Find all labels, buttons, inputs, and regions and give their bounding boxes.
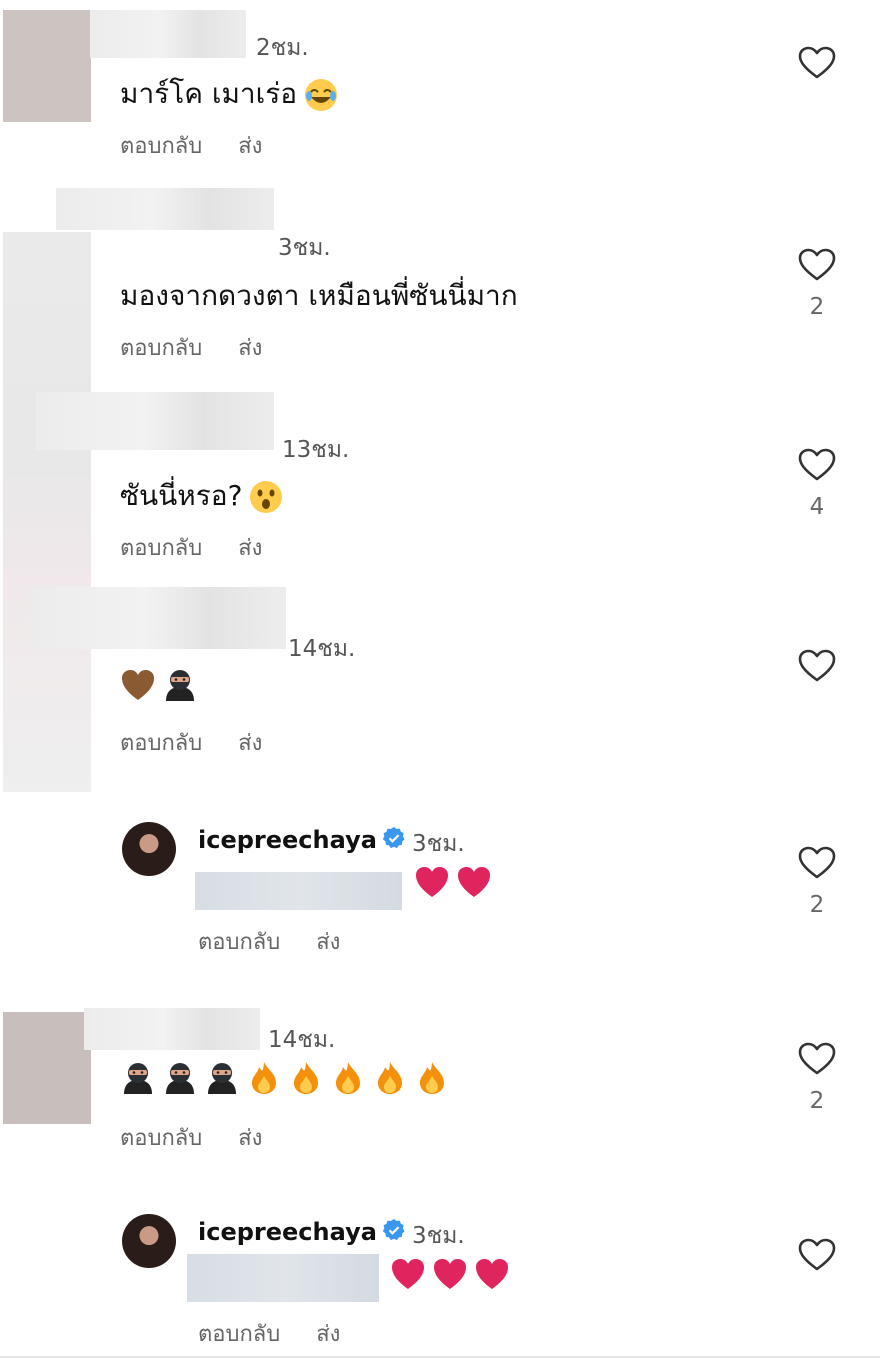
blurred-username [84, 1008, 260, 1050]
like-count: 2 [809, 294, 825, 320]
heart-outline-icon[interactable] [798, 649, 836, 683]
reply-item: icepreechaya 3ชม. ตอบกลับ ส่ง 2 [0, 800, 880, 1000]
comment-time: 14ชม. [288, 636, 356, 662]
comment-actions: ตอบกลับ ส่ง [120, 128, 298, 163]
avatar[interactable] [3, 10, 91, 122]
comment-text-content: ซันนี่หรอ? [120, 479, 243, 512]
comment-item: 14ชม. ตอบกลับ ส่ง 2 [0, 1000, 880, 1190]
reply-button[interactable]: ตอบกลับ [198, 1322, 280, 1347]
avatar[interactable] [122, 1214, 176, 1268]
blurred-username [30, 587, 286, 649]
blurred-mention [187, 1254, 379, 1302]
comment-actions: ตอบกลับ ส่ง [120, 530, 298, 565]
brown-heart-emoji-icon [122, 670, 154, 700]
comment-item: 2ชม. มาร์โค เมาเร่อ ตอบกลับ ส่ง [0, 0, 880, 190]
avatar[interactable] [3, 1012, 91, 1124]
reply-button[interactable]: ตอบกลับ [120, 336, 202, 361]
send-button[interactable]: ส่ง [238, 536, 262, 561]
comment-text: มองจากดวงตา เหมือนพี่ซันนี่มาก [120, 279, 518, 312]
heart-outline-icon[interactable] [798, 846, 836, 880]
comment-text-content: มาร์โค เมาเร่อ [120, 77, 298, 110]
comment-time: 3ชม. [412, 1223, 465, 1249]
blurred-username [36, 392, 274, 450]
send-button[interactable]: ส่ง [238, 731, 262, 756]
comment-actions: ตอบกลับ ส่ง [198, 924, 376, 959]
comment-time: 3ชม. [412, 831, 465, 857]
comment-item: 3ชม. มองจากดวงตา เหมือนพี่ซันนี่มาก ตอบก… [0, 188, 880, 390]
heart-outline-icon[interactable] [798, 448, 836, 482]
comment-time: 14ชม. [268, 1027, 336, 1053]
surprised-emoji-icon [250, 481, 283, 513]
heart-outline-icon[interactable] [798, 1042, 836, 1076]
verified-badge-icon [382, 827, 405, 849]
blurred-mention [195, 872, 402, 910]
bottom-divider [0, 1356, 880, 1358]
ninja-emoji-icon [166, 670, 194, 701]
comment-time: 13ชม. [282, 437, 350, 463]
fire-emoji-icon [378, 1062, 402, 1094]
heart-outline-icon[interactable] [798, 46, 836, 80]
comment-actions: ตอบกลับ ส่ง [120, 1120, 298, 1155]
comment-text [384, 1256, 510, 1292]
reply-button[interactable]: ตอบกลับ [198, 930, 280, 955]
reply-button[interactable]: ตอบกลับ [120, 1126, 202, 1151]
send-button[interactable]: ส่ง [238, 134, 262, 159]
blurred-username [90, 10, 246, 58]
fire-emoji-icon [252, 1062, 276, 1094]
comment-time: 2ชม. [256, 35, 309, 61]
comment-actions: ตอบกลับ ส่ง [120, 330, 298, 365]
comment-actions: ตอบกลับ ส่ง [198, 1316, 376, 1351]
ninja-emoji-icon [124, 1063, 152, 1094]
username[interactable]: icepreechaya [198, 826, 377, 854]
fire-emoji-icon [294, 1062, 318, 1094]
comment-text [120, 1060, 450, 1096]
comment-item: 13ชม. ซันนี่หรอ? ตอบกลับ ส่ง 4 [0, 390, 880, 585]
red-heart-emoji-icon [434, 1259, 466, 1289]
send-button[interactable]: ส่ง [316, 1322, 340, 1347]
reply-item: icepreechaya 3ชม. ตอบกลับ ส่ง [0, 1192, 880, 1358]
username[interactable]: icepreechaya [198, 1218, 377, 1246]
send-button[interactable]: ส่ง [238, 1126, 262, 1151]
avatar[interactable] [122, 822, 176, 876]
fire-emoji-icon [420, 1062, 444, 1094]
red-heart-emoji-icon [416, 867, 448, 897]
verified-badge-icon [382, 1219, 405, 1241]
comment-item: 14ชม. ตอบกลับ ส่ง [0, 585, 880, 790]
like-count: 2 [809, 1088, 825, 1114]
like-count: 4 [809, 494, 825, 520]
comment-time: 3ชม. [278, 235, 331, 261]
comment-actions: ตอบกลับ ส่ง [120, 725, 298, 760]
red-heart-emoji-icon [476, 1259, 508, 1289]
reply-button[interactable]: ตอบกลับ [120, 731, 202, 756]
red-heart-emoji-icon [392, 1259, 424, 1289]
heart-outline-icon[interactable] [798, 248, 836, 282]
send-button[interactable]: ส่ง [316, 930, 340, 955]
reply-button[interactable]: ตอบกลับ [120, 536, 202, 561]
comment-text [408, 864, 492, 900]
fire-emoji-icon [336, 1062, 360, 1094]
heart-outline-icon[interactable] [798, 1238, 836, 1272]
comment-text: ซันนี่หรอ? [120, 474, 284, 518]
comment-text: มาร์โค เมาเร่อ [120, 72, 339, 116]
red-heart-emoji-icon [458, 867, 490, 897]
ninja-emoji-icon [166, 1063, 194, 1094]
blurred-username [56, 188, 274, 230]
laughing-emoji-icon [305, 79, 338, 111]
reply-button[interactable]: ตอบกลับ [120, 134, 202, 159]
comment-text [120, 667, 198, 703]
like-count: 2 [809, 892, 825, 918]
send-button[interactable]: ส่ง [238, 336, 262, 361]
ninja-emoji-icon [208, 1063, 236, 1094]
